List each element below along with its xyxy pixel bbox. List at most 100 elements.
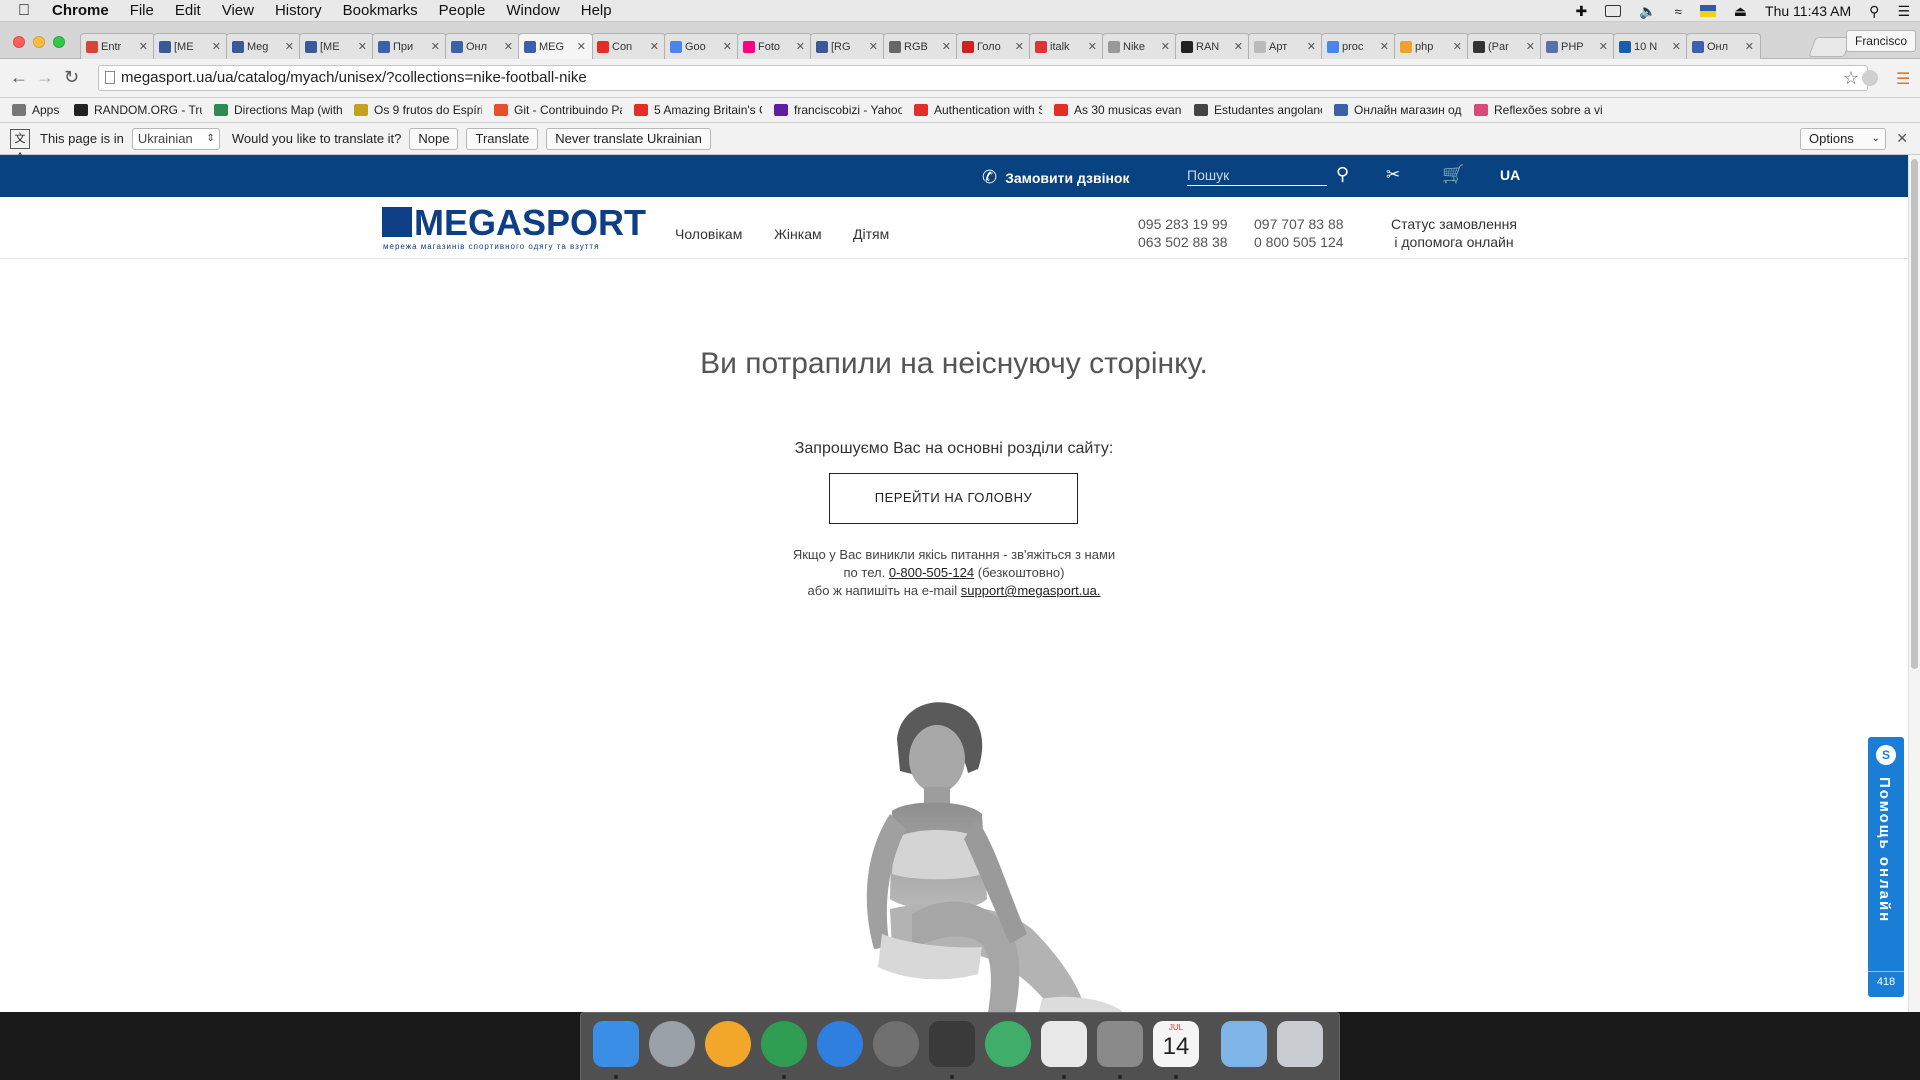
close-window-button[interactable] bbox=[13, 36, 25, 48]
menu-history[interactable]: History bbox=[275, 2, 322, 19]
phone-number[interactable]: 095 283 19 99 bbox=[1138, 216, 1228, 232]
dock-calculator-icon[interactable] bbox=[1097, 1021, 1143, 1067]
dock-atom-icon[interactable] bbox=[985, 1021, 1031, 1067]
apple-menu-icon[interactable]:  bbox=[18, 2, 38, 20]
input-source-flag-icon[interactable] bbox=[1699, 5, 1716, 17]
cart-icon[interactable]: 🛒 bbox=[1442, 164, 1464, 185]
address-bar[interactable]: megasport.ua/ua/catalog/myach/unisex/?co… bbox=[98, 65, 1868, 91]
dock-sublime-text-icon[interactable] bbox=[929, 1021, 975, 1067]
tab-close-icon[interactable]: ✕ bbox=[942, 40, 951, 53]
dock-safari-icon[interactable] bbox=[817, 1021, 863, 1067]
spotlight-icon[interactable]: ⚲ bbox=[1869, 3, 1879, 20]
tab-close-icon[interactable]: ✕ bbox=[650, 40, 659, 53]
callback-link[interactable]: ✆ Замовити дзвінок bbox=[982, 167, 1129, 188]
search-icon[interactable]: ⚲ bbox=[1336, 164, 1349, 185]
tab-close-icon[interactable]: ✕ bbox=[504, 40, 513, 53]
browser-tab[interactable]: 10 N ✕ bbox=[1613, 33, 1688, 59]
tab-close-icon[interactable]: ✕ bbox=[1599, 40, 1608, 53]
zoom-window-button[interactable] bbox=[53, 36, 65, 48]
browser-tab[interactable]: Голо ✕ bbox=[956, 33, 1031, 59]
online-help-link[interactable]: і допомога онлайн bbox=[1390, 234, 1518, 250]
bookmark-item[interactable]: 5 Amazing Britain's C bbox=[634, 103, 762, 117]
translate-button[interactable]: Translate bbox=[466, 127, 539, 150]
browser-tab[interactable]: Foto ✕ bbox=[737, 33, 812, 59]
bookmark-item[interactable]: As 30 musicas evang bbox=[1054, 103, 1182, 117]
browser-tab[interactable]: Con ✕ bbox=[591, 33, 666, 59]
phone-number[interactable]: 0 800 505 124 bbox=[1254, 234, 1344, 250]
browser-tab[interactable]: (Par ✕ bbox=[1467, 33, 1542, 59]
tab-close-icon[interactable]: ✕ bbox=[1453, 40, 1462, 53]
tab-close-icon[interactable]: ✕ bbox=[869, 40, 878, 53]
tab-close-icon[interactable]: ✕ bbox=[1745, 40, 1754, 53]
bookmark-item[interactable]: Authentication with S bbox=[914, 103, 1042, 117]
scrollbar-thumb[interactable] bbox=[1911, 159, 1918, 669]
profile-button[interactable]: Francisco bbox=[1845, 30, 1916, 52]
back-arrow-icon[interactable]: ← bbox=[10, 67, 28, 88]
tab-close-icon[interactable]: ✕ bbox=[1088, 40, 1097, 53]
status-plus-icon[interactable]: ✚ bbox=[1575, 3, 1587, 20]
menu-view[interactable]: View bbox=[222, 2, 254, 19]
minimize-window-button[interactable] bbox=[33, 36, 45, 48]
megasport-logo[interactable]: MEGASPORT мережа магазинів спортивного о… bbox=[382, 205, 647, 251]
favorites-icon[interactable]: ✂ bbox=[1386, 165, 1400, 185]
browser-tab[interactable]: proc ✕ bbox=[1321, 33, 1396, 59]
tab-close-icon[interactable]: ✕ bbox=[1015, 40, 1024, 53]
dock-trash-icon[interactable] bbox=[1277, 1021, 1323, 1067]
contact-phone-link[interactable]: 0-800-505-124 bbox=[889, 565, 974, 580]
dock-launchpad-icon[interactable] bbox=[649, 1021, 695, 1067]
browser-tab[interactable]: RAN ✕ bbox=[1175, 33, 1250, 59]
phone-number[interactable]: 097 707 83 88 bbox=[1254, 216, 1344, 232]
reload-icon[interactable]: ↻ bbox=[64, 67, 79, 88]
nav-men[interactable]: Чоловікам bbox=[675, 226, 742, 242]
bookmark-item[interactable]: RANDOM.ORG - True bbox=[74, 103, 202, 117]
browser-tab[interactable]: Арт ✕ bbox=[1248, 33, 1323, 59]
browser-tab[interactable]: Entr ✕ bbox=[80, 33, 155, 59]
browser-tab[interactable]: RGB ✕ bbox=[883, 33, 958, 59]
menu-bookmarks[interactable]: Bookmarks bbox=[343, 2, 418, 19]
dock-finder-icon[interactable] bbox=[593, 1021, 639, 1067]
bookmark-item[interactable]: Directions Map (with bbox=[214, 103, 342, 117]
volume-icon[interactable]: 🔈 bbox=[1639, 3, 1656, 20]
options-button[interactable]: Options ⌄ bbox=[1800, 127, 1886, 150]
browser-tab[interactable]: php ✕ bbox=[1394, 33, 1469, 59]
bookmark-apps[interactable]: Apps bbox=[12, 103, 62, 117]
dock-downloads-folder-icon[interactable] bbox=[1221, 1021, 1267, 1067]
bookmark-item[interactable]: Estudantes angolano bbox=[1194, 103, 1322, 117]
dock-calendar-icon[interactable]: JUL 14 bbox=[1153, 1021, 1199, 1067]
browser-tab[interactable]: italk ✕ bbox=[1029, 33, 1104, 59]
browser-tab[interactable]: Meg ✕ bbox=[226, 33, 301, 59]
airplay-icon[interactable] bbox=[1605, 5, 1622, 17]
browser-tab[interactable]: Nike ✕ bbox=[1102, 33, 1177, 59]
browser-tab[interactable]: При ✕ bbox=[372, 33, 447, 59]
page-info-icon[interactable] bbox=[105, 71, 115, 84]
tab-close-icon[interactable]: ✕ bbox=[723, 40, 732, 53]
source-language-select[interactable]: Ukrainian ⇕ bbox=[131, 127, 220, 150]
tab-close-icon[interactable]: ✕ bbox=[1307, 40, 1316, 53]
never-translate-button[interactable]: Never translate Ukrainian bbox=[546, 127, 711, 150]
browser-tab[interactable]: [ME ✕ bbox=[299, 33, 374, 59]
browser-tab[interactable]: Goo ✕ bbox=[664, 33, 739, 59]
bookmark-item[interactable]: Os 9 frutos do Espíri bbox=[354, 103, 482, 117]
tab-close-icon[interactable]: ✕ bbox=[358, 40, 367, 53]
menu-people[interactable]: People bbox=[439, 2, 486, 19]
phone-number[interactable]: 063 502 88 38 bbox=[1138, 234, 1228, 250]
menu-edit[interactable]: Edit bbox=[175, 2, 201, 19]
order-status-link[interactable]: Статус замовлення bbox=[1390, 216, 1518, 232]
nope-button[interactable]: Nope bbox=[409, 127, 459, 150]
bookmark-item[interactable]: Reflexões sobre a vid bbox=[1474, 103, 1602, 117]
language-switch[interactable]: UA bbox=[1500, 167, 1520, 183]
notification-center-icon[interactable]: ☰ bbox=[1897, 3, 1910, 20]
browser-tab[interactable]: [RG ✕ bbox=[810, 33, 885, 59]
tab-close-icon[interactable]: ✕ bbox=[796, 40, 805, 53]
bookmark-star-icon[interactable]: ☆ bbox=[1843, 66, 1859, 90]
menu-file[interactable]: File bbox=[130, 2, 154, 19]
browser-tab[interactable]: Онл ✕ bbox=[1686, 33, 1761, 59]
tab-close-icon[interactable]: ✕ bbox=[1380, 40, 1389, 53]
menu-help[interactable]: Help bbox=[581, 2, 612, 19]
tab-close-icon[interactable]: ✕ bbox=[1161, 40, 1170, 53]
browser-tab[interactable]: PHP ✕ bbox=[1540, 33, 1615, 59]
bookmark-item[interactable]: Онлайн магазин оде bbox=[1334, 103, 1462, 117]
browser-tab[interactable]: MEG ✕ bbox=[518, 33, 593, 59]
wifi-icon[interactable]: ≈ bbox=[1675, 4, 1682, 19]
site-search-input[interactable]: Пошук ⚲ bbox=[1187, 164, 1349, 186]
